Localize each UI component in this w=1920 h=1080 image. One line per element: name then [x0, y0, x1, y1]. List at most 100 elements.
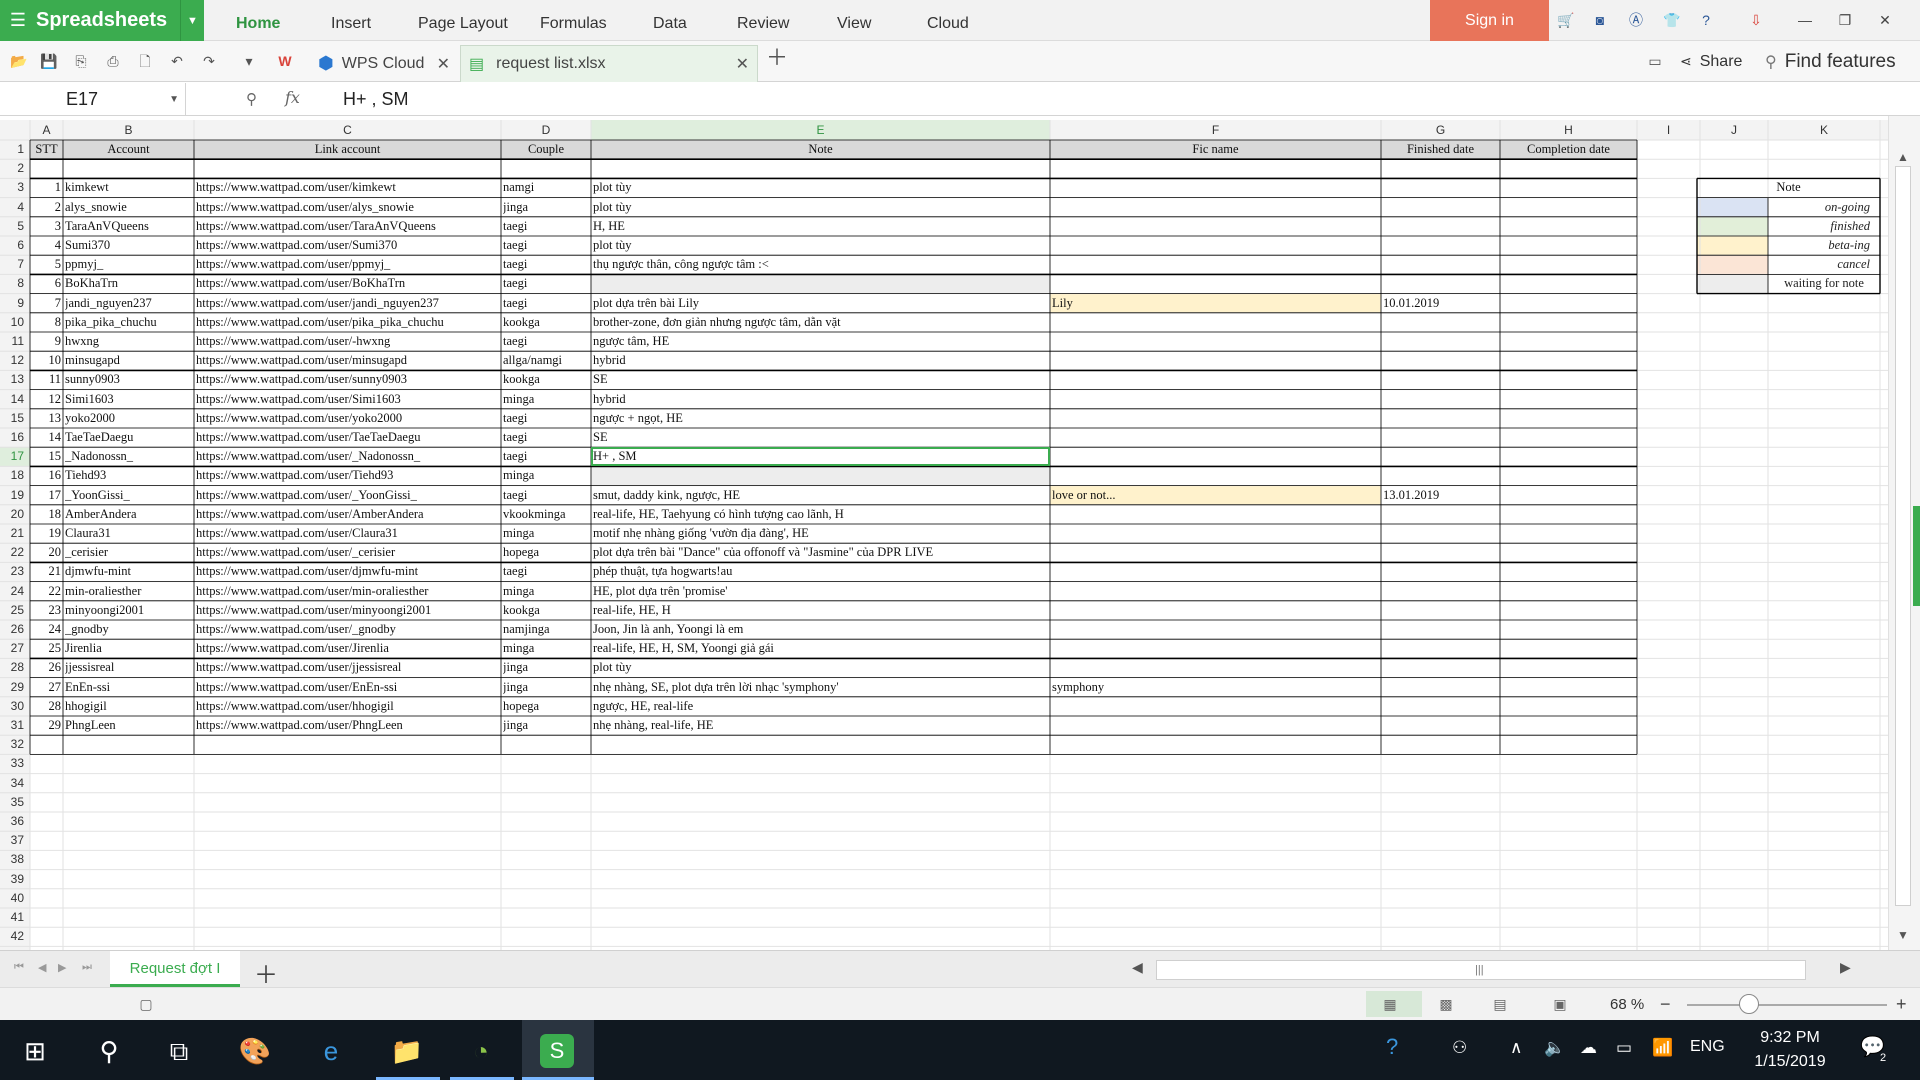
tab-review[interactable]: Review — [737, 0, 789, 41]
stt-cell[interactable]: 24 — [32, 620, 62, 639]
fic-name-cell[interactable]: Lily — [1052, 294, 1379, 313]
first-sheet-icon[interactable]: ⏮ — [14, 961, 24, 974]
fic-name-cell[interactable] — [1052, 639, 1379, 658]
account-cell[interactable]: hwxng — [65, 332, 192, 351]
account-cell[interactable]: Claura31 — [65, 524, 192, 543]
link-cell[interactable]: https://www.wattpad.com/user/Simi1603 — [196, 390, 499, 409]
account-cell[interactable]: jandi_nguyen237 — [65, 294, 192, 313]
account-cell[interactable]: hhogigil — [65, 697, 192, 716]
zoom-slider[interactable] — [1687, 1004, 1887, 1006]
note-cell[interactable]: smut, daddy kink, ngược, HE — [593, 486, 1048, 505]
note-cell[interactable]: brother-zone, đơn giản nhưng ngược tâm, … — [593, 313, 1048, 332]
stt-cell[interactable]: 18 — [32, 505, 62, 524]
stt-cell[interactable]: 2 — [32, 198, 61, 217]
row-header[interactable]: 40 — [0, 889, 28, 908]
link-cell[interactable]: https://www.wattpad.com/user/kimkewt — [196, 178, 499, 197]
note-cell[interactable]: Joon, Jin là anh, Yoongi là em — [593, 620, 1048, 639]
help-icon[interactable]: ? — [1696, 10, 1716, 30]
note-cell[interactable]: plot dựa trên bài "Dance" của offonoff v… — [593, 543, 1048, 562]
fic-name-cell[interactable] — [1052, 255, 1379, 274]
finished-date-cell[interactable] — [1383, 409, 1498, 428]
couple-cell[interactable]: vkookminga — [503, 505, 589, 524]
fic-name-cell[interactable] — [1052, 697, 1379, 716]
link-cell[interactable]: https://www.wattpad.com/user/Claura31 — [196, 524, 499, 543]
finished-date-cell[interactable] — [1383, 524, 1498, 543]
couple-cell[interactable]: minga — [503, 390, 589, 409]
fic-name-cell[interactable] — [1052, 409, 1379, 428]
cart-icon[interactable]: 🛒 — [1556, 10, 1576, 30]
link-cell[interactable]: https://www.wattpad.com/user/_YoonGissi_ — [196, 486, 499, 505]
font-icon[interactable]: Ⓐ — [1626, 10, 1646, 30]
column-header-a[interactable]: A — [31, 122, 62, 138]
stt-cell[interactable]: 12 — [32, 390, 62, 409]
open-folder-icon[interactable]: 📂 — [10, 52, 28, 70]
finished-date-cell[interactable] — [1383, 178, 1498, 197]
finished-date-cell[interactable] — [1383, 582, 1498, 601]
link-cell[interactable]: https://www.wattpad.com/user/Tiehd93 — [196, 466, 499, 485]
fic-name-cell[interactable] — [1052, 236, 1379, 255]
wifi-icon[interactable]: 📶 — [1652, 1038, 1673, 1058]
row-header[interactable]: 24 — [0, 582, 28, 601]
couple-cell[interactable]: namgi — [503, 178, 589, 197]
close-tab-icon[interactable]: ✕ — [736, 54, 749, 74]
couple-cell[interactable]: hopega — [503, 543, 589, 562]
couple-cell[interactable]: taegi — [503, 562, 589, 581]
finished-date-cell[interactable] — [1383, 447, 1498, 466]
volume-icon[interactable]: 🔈 — [1544, 1038, 1565, 1058]
note-cell[interactable]: hybrid — [593, 390, 1048, 409]
scrollbar-thumb[interactable] — [1895, 166, 1911, 906]
note-cell[interactable]: plot tùy — [593, 178, 1048, 197]
link-cell[interactable]: https://www.wattpad.com/user/_gnodby — [196, 620, 499, 639]
tab-wps-cloud[interactable]: ⬢ WPS Cloud ✕ — [310, 45, 458, 82]
note-cell[interactable]: H, HE — [593, 217, 1048, 236]
stt-cell[interactable]: 27 — [32, 678, 62, 697]
row-header[interactable]: 34 — [0, 774, 28, 793]
finished-date-cell[interactable] — [1383, 466, 1498, 485]
row-header[interactable]: 35 — [0, 793, 28, 812]
formula-input[interactable]: H+ , SM — [343, 83, 409, 116]
horizontal-scrollbar[interactable]: ||| — [1156, 960, 1806, 980]
stt-cell[interactable]: 11 — [32, 370, 61, 389]
finished-date-cell[interactable]: 10.01.2019 — [1383, 294, 1498, 313]
finished-date-cell[interactable] — [1383, 370, 1498, 389]
link-cell[interactable]: https://www.wattpad.com/user/pika_pika_c… — [196, 313, 499, 332]
file-explorer-icon[interactable]: 📁 — [390, 1034, 424, 1068]
note-cell[interactable]: plot dựa trên bài Lily — [593, 294, 1048, 313]
tab-list-icon[interactable]: ▭ — [1646, 52, 1664, 70]
note-cell[interactable]: nhẹ nhàng, SE, plot dựa trên lời nhạc 's… — [593, 678, 1048, 697]
row-header[interactable]: 30 — [0, 697, 28, 716]
stt-cell[interactable]: 22 — [32, 582, 62, 601]
row-header[interactable]: 3 — [0, 178, 28, 197]
finished-date-cell[interactable] — [1383, 255, 1498, 274]
note-cell[interactable]: thụ ngược thân, công ngược tâm :< — [593, 255, 1048, 274]
couple-cell[interactable]: taegi — [503, 274, 589, 293]
link-cell[interactable]: https://www.wattpad.com/user/jandi_nguye… — [196, 294, 499, 313]
spreadsheet-grid[interactable]: A B C D E F G H I J K 1 2 3 4 5 6 7 8 9 10 11 12 13 14 15 16 17 18 19… — [0, 120, 1888, 950]
note-cell[interactable]: SE — [593, 370, 1048, 389]
couple-cell[interactable]: kookga — [503, 313, 589, 332]
row-header[interactable]: 20 — [0, 505, 28, 524]
next-sheet-icon[interactable]: ▶ — [58, 961, 66, 974]
save-icon[interactable]: 💾 — [40, 52, 58, 70]
account-cell[interactable]: kimkewt — [65, 178, 192, 197]
row-header[interactable]: 2 — [0, 159, 28, 178]
stt-cell[interactable]: 9 — [32, 332, 61, 351]
row-header[interactable]: 11 — [0, 332, 28, 351]
row-header[interactable]: 17 — [0, 447, 28, 466]
link-cell[interactable]: https://www.wattpad.com/user/ppmyj_ — [196, 255, 499, 274]
couple-cell[interactable]: jinga — [503, 678, 589, 697]
vertical-scrollbar[interactable]: ▲ ▼ — [1888, 116, 1920, 950]
finished-date-cell[interactable] — [1383, 428, 1498, 447]
row-header[interactable]: 7 — [0, 255, 28, 274]
normal-view-icon[interactable]: ▦ — [1380, 996, 1400, 1014]
wps-spreadsheets-icon[interactable]: S — [540, 1034, 574, 1068]
account-cell[interactable]: PhngLeen — [65, 716, 192, 735]
account-cell[interactable]: EnEn-ssi — [65, 678, 192, 697]
fic-name-cell[interactable] — [1052, 505, 1379, 524]
link-cell[interactable]: https://www.wattpad.com/user/alys_snowie — [196, 198, 499, 217]
function-icon[interactable]: fx — [285, 88, 300, 107]
stt-cell[interactable]: 28 — [32, 697, 62, 716]
stt-cell[interactable]: 21 — [32, 562, 62, 581]
stt-cell[interactable]: 19 — [32, 524, 62, 543]
couple-cell[interactable]: minga — [503, 639, 589, 658]
